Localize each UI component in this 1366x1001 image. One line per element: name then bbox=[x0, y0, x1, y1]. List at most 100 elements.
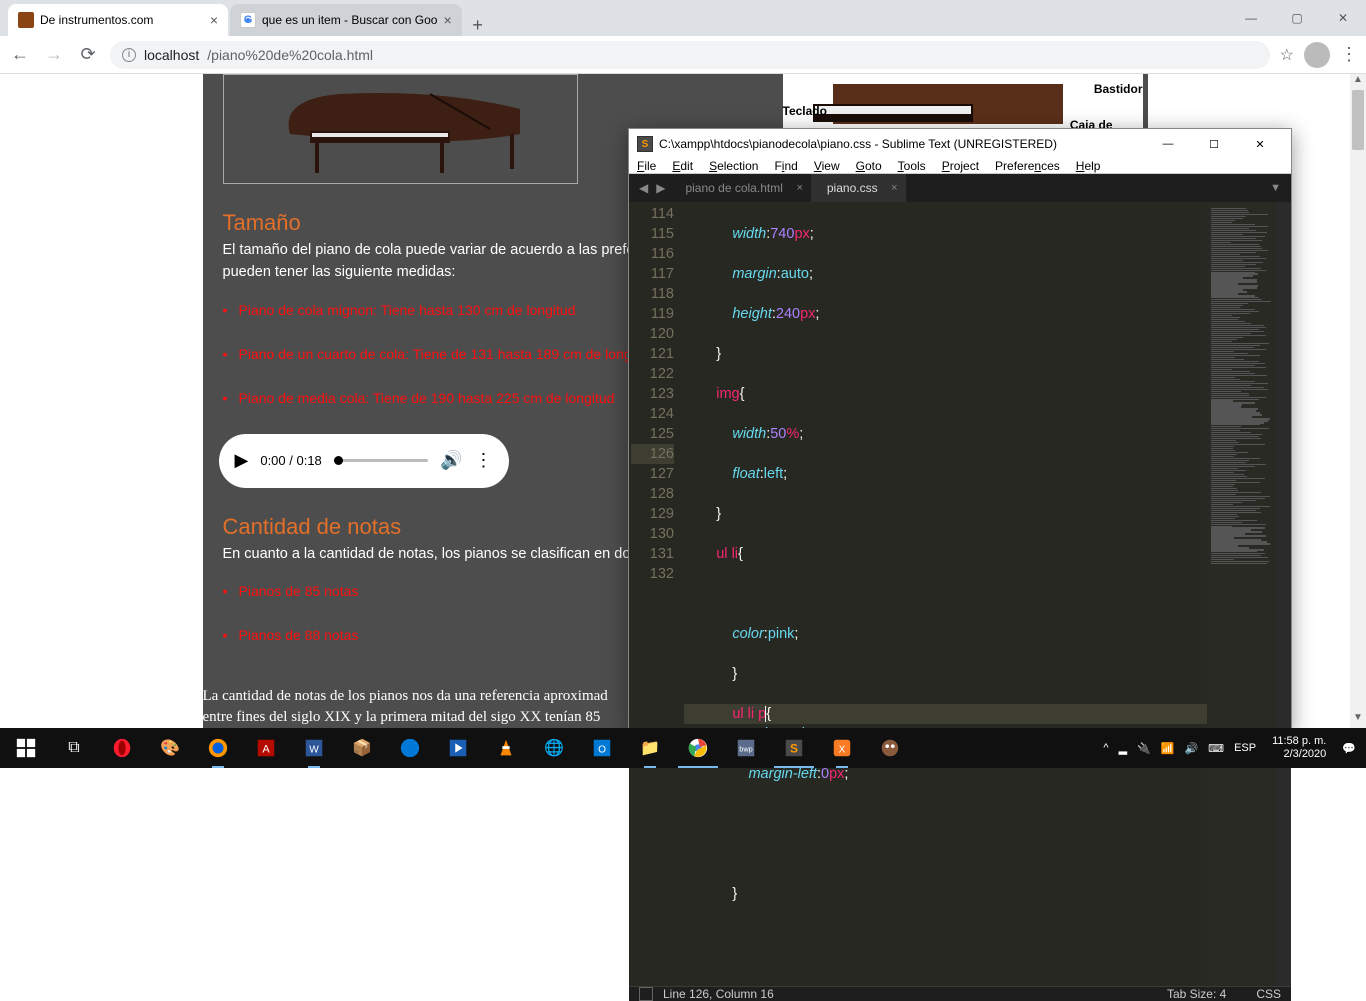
power-icon[interactable]: 🔌 bbox=[1137, 742, 1151, 755]
tab-title: que es un item - Buscar con Goo bbox=[262, 13, 437, 27]
close-tab-icon[interactable]: × bbox=[443, 12, 451, 28]
gimp-icon[interactable] bbox=[866, 728, 914, 768]
sublime-taskbar-icon[interactable]: S bbox=[770, 728, 818, 768]
close-tab-icon[interactable]: × bbox=[210, 12, 218, 28]
menu-edit[interactable]: Edit bbox=[672, 159, 693, 173]
editor-scrollbar[interactable] bbox=[1277, 202, 1291, 986]
sublime-maximize-button[interactable]: ☐ bbox=[1191, 129, 1237, 159]
file-explorer-icon[interactable]: 📁 bbox=[626, 728, 674, 768]
sublime-menubar: File Edit Selection Find View Goto Tools… bbox=[629, 159, 1291, 174]
tab-overflow-icon[interactable]: ▼ bbox=[1260, 182, 1291, 194]
xampp-icon[interactable]: X bbox=[818, 728, 866, 768]
chrome-menu-button[interactable]: ⋮ bbox=[1340, 44, 1358, 65]
scroll-down-icon[interactable]: ▼ bbox=[1350, 712, 1366, 728]
label-bastidor: Bastidor bbox=[1094, 82, 1143, 96]
menu-goto[interactable]: Goto bbox=[856, 159, 882, 173]
paint-icon[interactable]: 🎨 bbox=[146, 728, 194, 768]
chrome-taskbar-icon[interactable] bbox=[674, 728, 722, 768]
tab-nav-right-icon[interactable]: ▶ bbox=[652, 181, 669, 195]
audio-player[interactable]: ▶ 0:00 / 0:18 🔊 ⋮ bbox=[219, 434, 509, 488]
forward-button: → bbox=[42, 44, 66, 65]
code-editor[interactable]: 1141151161171181191201211221231241251261… bbox=[629, 202, 1291, 986]
notifications-icon[interactable]: 💬 bbox=[1342, 742, 1356, 755]
start-button[interactable] bbox=[2, 728, 50, 768]
svg-text:A: A bbox=[262, 744, 270, 756]
new-tab-button[interactable]: + bbox=[464, 15, 492, 36]
tab-label: piano de cola.html bbox=[685, 181, 782, 195]
firefox-icon[interactable] bbox=[194, 728, 242, 768]
sublime-titlebar[interactable]: S C:\xampp\htdocs\pianodecola\piano.css … bbox=[629, 129, 1291, 159]
play-icon[interactable]: ▶ bbox=[235, 450, 249, 471]
keyboard-icon[interactable]: ⌨ bbox=[1208, 742, 1224, 755]
volume-tray-icon[interactable]: 🔊 bbox=[1184, 742, 1198, 755]
audio-menu-icon[interactable]: ⋮ bbox=[475, 450, 493, 471]
battery-icon[interactable]: ▂ bbox=[1119, 742, 1127, 755]
maximize-button[interactable]: ▢ bbox=[1274, 0, 1320, 36]
sublime-tab-html[interactable]: piano de cola.html × bbox=[669, 174, 810, 202]
opera-icon[interactable] bbox=[98, 728, 146, 768]
grand-piano-image bbox=[260, 79, 540, 179]
profile-avatar[interactable] bbox=[1304, 42, 1330, 68]
menu-help[interactable]: Help bbox=[1076, 159, 1101, 173]
status-syntax[interactable]: CSS bbox=[1256, 987, 1281, 1001]
outlook-icon[interactable]: O bbox=[578, 728, 626, 768]
tab-label: piano.css bbox=[827, 181, 878, 195]
clock-date: 2/3/2020 bbox=[1272, 748, 1326, 761]
menu-file[interactable]: File bbox=[637, 159, 656, 173]
system-tray: ^ ▂ 🔌 📶 🔊 ⌨ ESP 11:58 p. m. 2/3/2020 💬 bbox=[1103, 735, 1364, 761]
menu-tools[interactable]: Tools bbox=[898, 159, 926, 173]
code-area[interactable]: width:740px; margin:auto; height:240px; … bbox=[684, 202, 1291, 986]
browser-tab-inactive[interactable]: G que es un item - Buscar con Goo × bbox=[230, 4, 462, 36]
page-scrollbar[interactable]: ▲ ▼ bbox=[1350, 74, 1366, 728]
close-tab-icon[interactable]: × bbox=[796, 182, 802, 194]
scrollbar-thumb[interactable] bbox=[1352, 90, 1364, 150]
menu-project[interactable]: Project bbox=[942, 159, 979, 173]
sublime-tabbar: ◀ ▶ piano de cola.html × piano.css × ▼ bbox=[629, 174, 1291, 202]
adobe-reader-icon[interactable]: A bbox=[242, 728, 290, 768]
task-view-button[interactable]: ⧉ bbox=[50, 728, 98, 768]
scroll-up-icon[interactable]: ▲ bbox=[1350, 74, 1366, 90]
menu-find[interactable]: Find bbox=[774, 159, 797, 173]
line-gutter: 1141151161171181191201211221231241251261… bbox=[629, 202, 684, 986]
taskbar-clock[interactable]: 11:58 p. m. 2/3/2020 bbox=[1266, 735, 1332, 761]
piano-image-frame bbox=[223, 74, 578, 184]
edge-icon[interactable] bbox=[386, 728, 434, 768]
google-earth-icon[interactable]: 🌐 bbox=[530, 728, 578, 768]
media-player-icon[interactable] bbox=[434, 728, 482, 768]
reload-button[interactable]: ⟳ bbox=[76, 44, 100, 65]
close-window-button[interactable]: ✕ bbox=[1320, 0, 1366, 36]
minimap[interactable]: /*noop*/ bbox=[1207, 202, 1277, 986]
label-teclado: Teclado bbox=[783, 104, 827, 118]
volume-icon[interactable]: 🔊 bbox=[440, 450, 462, 471]
word-icon[interactable]: W bbox=[290, 728, 338, 768]
back-button[interactable]: ← bbox=[8, 44, 32, 65]
windows-taskbar: ⧉ 🎨 A W 📦 🌐 O 📁 bwp S X ^ ▂ 🔌 📶 🔊 ⌨ ESP … bbox=[0, 728, 1366, 768]
sublime-close-button[interactable]: ✕ bbox=[1237, 129, 1283, 159]
sublime-minimize-button[interactable]: — bbox=[1145, 129, 1191, 159]
site-info-icon[interactable]: i bbox=[122, 48, 136, 62]
status-square-icon[interactable] bbox=[639, 987, 653, 1001]
status-tab-size[interactable]: Tab Size: 4 bbox=[1167, 987, 1226, 1001]
svg-text:S: S bbox=[790, 742, 798, 756]
menu-view[interactable]: View bbox=[814, 159, 840, 173]
tab-nav-left-icon[interactable]: ◀ bbox=[635, 181, 652, 195]
close-tab-icon[interactable]: × bbox=[891, 182, 897, 194]
address-bar[interactable]: i localhost/piano%20de%20cola.html bbox=[110, 41, 1270, 69]
url-host: localhost bbox=[144, 47, 199, 63]
svg-text:W: W bbox=[309, 745, 319, 756]
minimize-button[interactable]: — bbox=[1228, 0, 1274, 36]
browser-tab-active[interactable]: De instrumentos.com × bbox=[8, 4, 228, 36]
vlc-icon[interactable] bbox=[482, 728, 530, 768]
sublime-tab-css[interactable]: piano.css × bbox=[811, 174, 906, 202]
language-indicator[interactable]: ESP bbox=[1234, 742, 1256, 754]
zip-icon[interactable]: 📦 bbox=[338, 728, 386, 768]
tray-overflow-icon[interactable]: ^ bbox=[1103, 742, 1108, 754]
audio-time: 0:00 / 0:18 bbox=[260, 453, 321, 468]
menu-selection[interactable]: Selection bbox=[709, 159, 758, 173]
menu-preferences[interactable]: Preferences bbox=[995, 159, 1060, 173]
bookmark-star-icon[interactable]: ☆ bbox=[1280, 45, 1294, 65]
bwp-icon[interactable]: bwp bbox=[722, 728, 770, 768]
chrome-toolbar: ← → ⟳ i localhost/piano%20de%20cola.html… bbox=[0, 36, 1366, 74]
wifi-icon[interactable]: 📶 bbox=[1161, 742, 1175, 755]
audio-scrubber[interactable] bbox=[334, 459, 428, 462]
